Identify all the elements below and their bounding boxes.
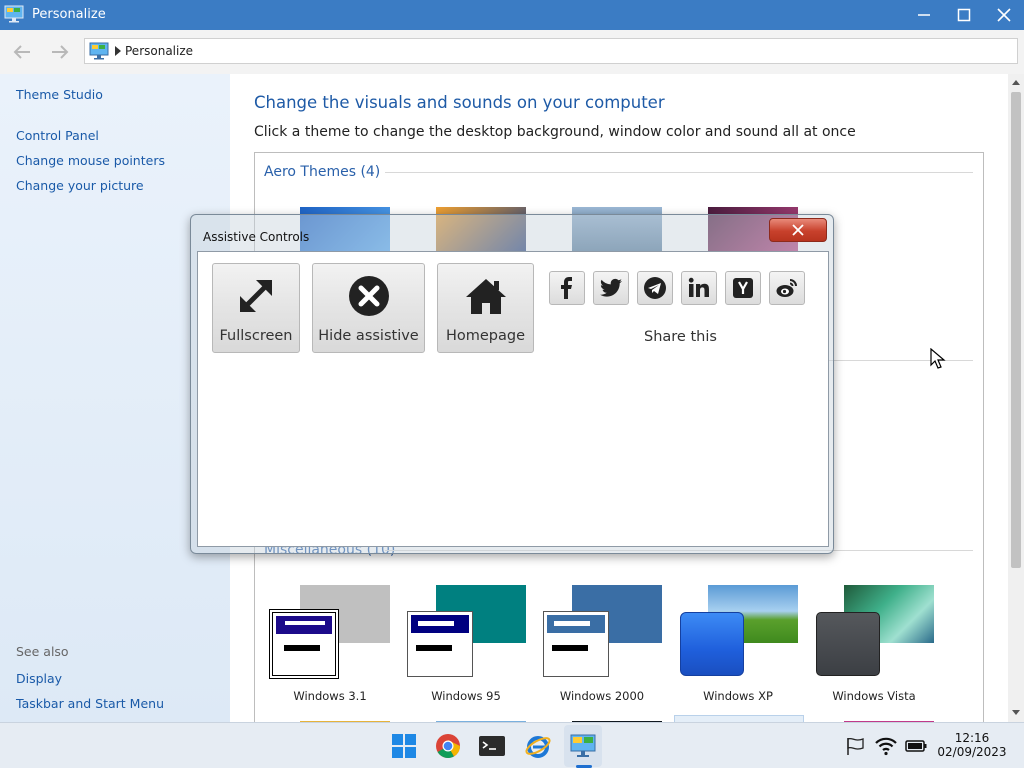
- internet-explorer-icon[interactable]: [524, 732, 552, 760]
- clock-date: 02/09/2023: [937, 745, 1007, 759]
- theme-win31-swatch[interactable]: [269, 609, 339, 679]
- twitter-icon: [600, 278, 622, 297]
- page-subtitle: Click a theme to change the desktop back…: [254, 124, 856, 140]
- fullscreen-arrows-icon: [240, 280, 272, 312]
- aero-group-title: Aero Themes (4): [264, 164, 387, 180]
- homepage-label: Homepage: [445, 328, 526, 344]
- homepage-button[interactable]: Homepage: [437, 263, 534, 353]
- maximize-button[interactable]: [944, 0, 984, 30]
- flag-icon[interactable]: [845, 736, 867, 756]
- minimize-button[interactable]: [904, 0, 944, 30]
- personalize-crumb-icon: [89, 42, 109, 60]
- see-also-label: See also: [16, 644, 69, 659]
- share-label: Share this: [644, 329, 717, 345]
- theme-name-win31[interactable]: Windows 3.1: [265, 689, 395, 703]
- minimize-icon: [918, 14, 930, 16]
- breadcrumb[interactable]: Personalize: [125, 44, 193, 58]
- share-ycombinator-button[interactable]: [725, 271, 761, 305]
- close-icon: [997, 8, 1011, 22]
- system-clock[interactable]: 12:16 02/09/2023: [930, 731, 1014, 759]
- close-icon: [792, 224, 804, 236]
- share-twitter-button[interactable]: [593, 271, 629, 305]
- weibo-icon: [776, 279, 797, 297]
- x-circle-icon: [348, 276, 389, 316]
- forward-arrow-icon[interactable]: [50, 42, 70, 62]
- theme-name-winxp[interactable]: Windows XP: [673, 689, 803, 703]
- page-title: Change the visuals and sounds on your co…: [254, 93, 665, 112]
- battery-icon[interactable]: [905, 736, 927, 756]
- sidebar-link-taskbar[interactable]: Taskbar and Start Menu: [16, 696, 164, 711]
- aero-group-divider: [385, 172, 973, 173]
- window-title: Personalize: [32, 7, 106, 22]
- home-icon: [465, 279, 506, 314]
- fullscreen-button[interactable]: Fullscreen: [212, 263, 300, 353]
- vertical-scrollbar[interactable]: [1008, 74, 1024, 722]
- chrome-icon[interactable]: [434, 732, 462, 760]
- theme-win95-swatch[interactable]: [407, 611, 473, 677]
- sidebar-link-display[interactable]: Display: [16, 671, 62, 686]
- telegram-icon: [644, 277, 666, 299]
- taskbar: 12:16 02/09/2023: [0, 722, 1024, 768]
- scrollbar-thumb[interactable]: [1011, 92, 1021, 568]
- theme-winxp-swatch[interactable]: [680, 612, 744, 676]
- back-arrow-icon[interactable]: [12, 42, 32, 62]
- theme-selected-highlight[interactable]: [674, 715, 804, 722]
- address-field[interactable]: Personalize: [84, 38, 1018, 64]
- wifi-icon[interactable]: [875, 736, 897, 756]
- scroll-down-icon[interactable]: [1012, 710, 1020, 715]
- close-button[interactable]: [984, 0, 1024, 30]
- mouse-cursor-icon: [930, 348, 946, 369]
- terminal-icon[interactable]: [478, 732, 506, 760]
- linkedin-icon: [688, 277, 709, 297]
- facebook-icon: [561, 277, 572, 299]
- personalize-taskbar-icon[interactable]: [569, 732, 597, 760]
- ycombinator-icon: [733, 278, 753, 298]
- theme-name-vista[interactable]: Windows Vista: [809, 689, 939, 703]
- address-bar-area: Personalize: [0, 30, 1024, 74]
- fullscreen-label: Fullscreen: [219, 328, 293, 344]
- sidebar-link-mouse-pointers[interactable]: Change mouse pointers: [16, 153, 165, 168]
- title-bar: Personalize: [0, 0, 1024, 30]
- theme-vista-swatch[interactable]: [816, 612, 880, 676]
- theme-win2000-swatch[interactable]: [543, 611, 609, 677]
- theme-name-win2000[interactable]: Windows 2000: [537, 689, 667, 703]
- dialog-title: Assistive Controls: [203, 230, 310, 244]
- share-telegram-button[interactable]: [637, 271, 673, 305]
- share-facebook-button[interactable]: [549, 271, 585, 305]
- assistive-controls-dialog: Assistive Controls Fullscreen Hide assis…: [190, 214, 834, 554]
- share-linkedin-button[interactable]: [681, 271, 717, 305]
- maximize-icon: [957, 8, 971, 22]
- dialog-close-button[interactable]: [769, 218, 827, 242]
- sidebar-link-control-panel[interactable]: Control Panel: [16, 128, 99, 143]
- hide-assistive-label: Hide assistive: [318, 328, 419, 344]
- scroll-up-icon[interactable]: [1012, 80, 1020, 85]
- sidebar-link-theme-studio[interactable]: Theme Studio: [16, 87, 103, 102]
- hide-assistive-button[interactable]: Hide assistive: [312, 263, 425, 353]
- clock-time: 12:16: [954, 731, 990, 745]
- theme-name-win95[interactable]: Windows 95: [401, 689, 531, 703]
- start-windows-icon[interactable]: [390, 732, 418, 760]
- sidebar-link-change-picture[interactable]: Change your picture: [16, 178, 144, 193]
- dialog-body: Fullscreen Hide assistive Homepage Share…: [197, 251, 829, 547]
- chevron-right-icon[interactable]: [115, 46, 121, 56]
- share-weibo-button[interactable]: [769, 271, 805, 305]
- personalize-app-icon: [4, 5, 24, 23]
